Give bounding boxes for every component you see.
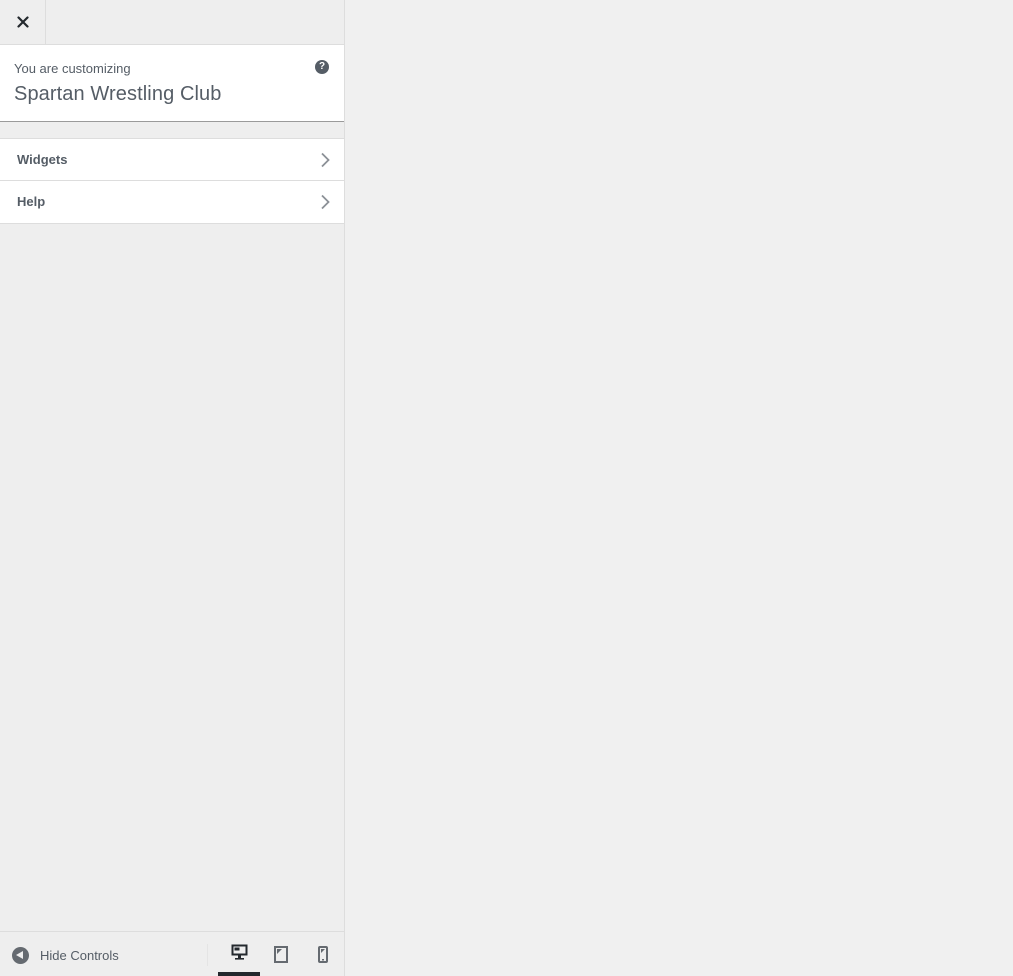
device-mobile-button[interactable] bbox=[302, 932, 344, 976]
customizer-header bbox=[0, 0, 344, 45]
close-button[interactable] bbox=[0, 0, 46, 44]
collapse-arrow-icon bbox=[12, 946, 29, 964]
hide-controls-button[interactable]: Hide Controls bbox=[12, 946, 119, 964]
help-icon[interactable]: ? bbox=[315, 60, 329, 74]
section-widgets[interactable]: Widgets bbox=[0, 138, 344, 181]
customizer-sidebar: You are customizing Spartan Wrestling Cl… bbox=[0, 0, 345, 976]
tablet-icon bbox=[274, 945, 288, 963]
section-label: Help bbox=[17, 194, 46, 209]
customize-info-panel: You are customizing Spartan Wrestling Cl… bbox=[0, 45, 344, 122]
footer-divider bbox=[207, 944, 208, 966]
mobile-icon bbox=[318, 945, 328, 963]
desktop-icon bbox=[231, 944, 247, 960]
chevron-right-icon bbox=[321, 152, 330, 168]
site-preview-area bbox=[345, 0, 1013, 976]
customizer-sections: Widgets Help bbox=[0, 138, 344, 224]
customizing-label: You are customizing bbox=[14, 61, 131, 76]
device-desktop-button[interactable] bbox=[218, 932, 260, 976]
device-tablet-button[interactable] bbox=[260, 932, 302, 976]
customizer-footer: Hide Controls bbox=[0, 931, 344, 976]
chevron-right-icon bbox=[321, 194, 330, 210]
hide-controls-label: Hide Controls bbox=[40, 947, 119, 963]
section-help[interactable]: Help bbox=[0, 181, 344, 224]
site-title: Spartan Wrestling Club bbox=[14, 83, 222, 105]
section-label: Widgets bbox=[17, 152, 68, 167]
close-icon bbox=[16, 16, 29, 28]
